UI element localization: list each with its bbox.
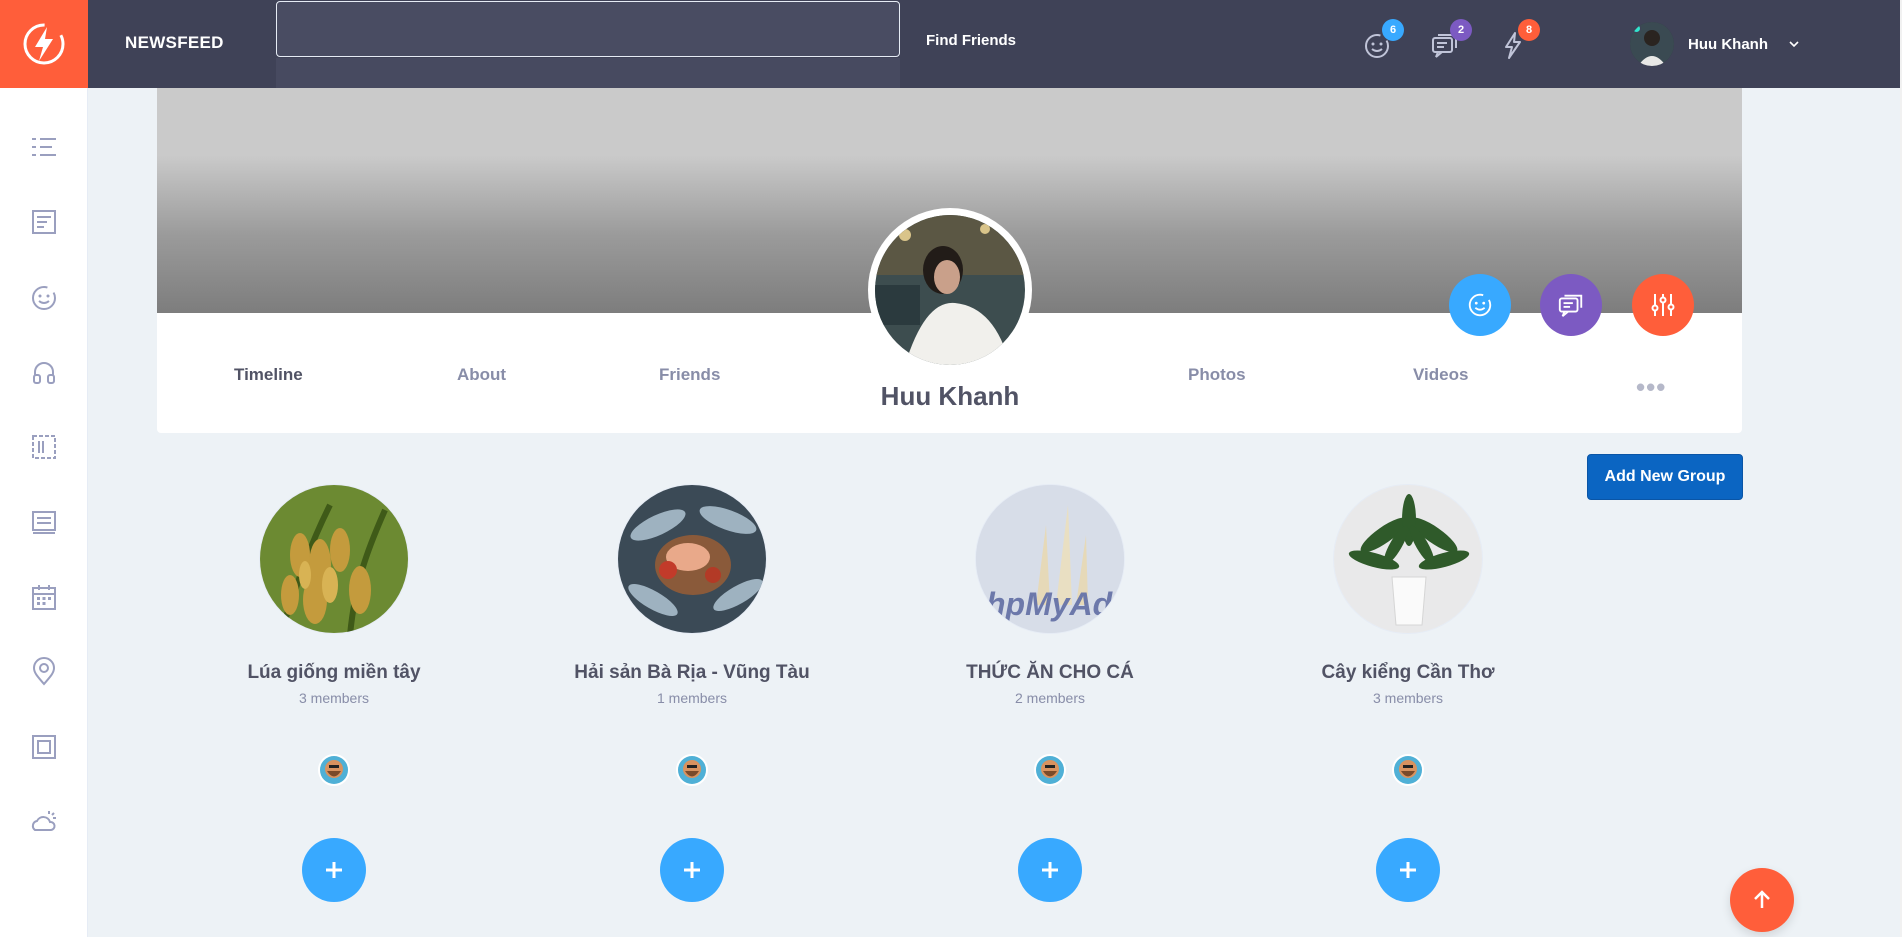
group-card[interactable]: Lúa giống miền tây 3 members bbox=[184, 484, 484, 904]
join-group-button[interactable] bbox=[660, 838, 724, 902]
messages-button[interactable]: 2 bbox=[1428, 19, 1472, 62]
plant-image-icon bbox=[1334, 485, 1482, 633]
back-to-top-button[interactable] bbox=[1730, 868, 1794, 932]
add-friend-button[interactable] bbox=[1449, 274, 1511, 336]
rice-image-icon bbox=[260, 485, 408, 633]
member-avatar[interactable] bbox=[1034, 754, 1066, 786]
plus-icon bbox=[1042, 862, 1058, 878]
logo[interactable] bbox=[0, 0, 88, 88]
profile-avatar[interactable] bbox=[868, 208, 1032, 372]
top-header: NEWSFEED Find Friends 6 2 8 Huu Khanh bbox=[0, 0, 1900, 88]
stats-icon[interactable] bbox=[28, 731, 60, 763]
phpmyadmin-logo-icon: hpMyAdmin bbox=[976, 485, 1125, 633]
group-name[interactable]: THỨC ĂN CHO CÁ bbox=[900, 662, 1200, 684]
music-headphones-icon[interactable] bbox=[28, 356, 60, 388]
tab-timeline[interactable]: Timeline bbox=[234, 365, 303, 385]
settings-button[interactable] bbox=[1632, 274, 1694, 336]
join-group-button[interactable] bbox=[1018, 838, 1082, 902]
add-new-group-button[interactable]: Add New Group bbox=[1587, 454, 1743, 500]
plus-icon bbox=[326, 862, 342, 878]
arrow-up-icon bbox=[1754, 890, 1770, 908]
logo-text: hpMyAdmin bbox=[986, 586, 1125, 622]
avatar bbox=[1630, 22, 1674, 66]
group-members-count: 1 members bbox=[656, 690, 728, 706]
plus-icon bbox=[1400, 862, 1416, 878]
group-members-count: 3 members bbox=[1372, 690, 1444, 706]
chat-icon bbox=[1558, 294, 1583, 317]
join-group-button[interactable] bbox=[302, 838, 366, 902]
user-name: Huu Khanh bbox=[1688, 35, 1768, 53]
plus-icon bbox=[684, 862, 700, 878]
group-name[interactable]: Lúa giống miền tây bbox=[184, 662, 484, 684]
left-sidebar bbox=[0, 88, 88, 937]
messages-badge: 2 bbox=[1450, 19, 1472, 41]
profile-photo-icon bbox=[875, 215, 1025, 365]
join-group-button[interactable] bbox=[1376, 838, 1440, 902]
tab-about[interactable]: About bbox=[457, 365, 506, 385]
chevron-down-icon[interactable] bbox=[1788, 35, 1800, 53]
group-image[interactable] bbox=[617, 484, 767, 634]
group-card[interactable]: hpMyAdmin THỨC ĂN CHO CÁ 2 members bbox=[900, 484, 1200, 904]
group-card[interactable]: Cây kiểng Cần Thơ 3 members bbox=[1258, 484, 1558, 904]
profile-name: Huu Khanh bbox=[880, 381, 1020, 411]
group-image[interactable] bbox=[259, 484, 409, 634]
happy-face-icon bbox=[1468, 293, 1492, 317]
member-avatar[interactable] bbox=[1392, 754, 1424, 786]
group-name[interactable]: Hải sản Bà Rịa - Vũng Tàu bbox=[542, 662, 842, 684]
group-members-count: 2 members bbox=[1014, 690, 1086, 706]
notifications-button[interactable]: 8 bbox=[1496, 19, 1540, 62]
group-image[interactable] bbox=[1333, 484, 1483, 634]
location-icon[interactable] bbox=[28, 656, 60, 688]
member-avatar[interactable] bbox=[676, 754, 708, 786]
page-title: NEWSFEED bbox=[125, 33, 224, 52]
lightning-logo-icon bbox=[23, 23, 65, 65]
member-avatar[interactable] bbox=[318, 754, 350, 786]
tab-photos[interactable]: Photos bbox=[1188, 365, 1246, 385]
calendar-icon[interactable] bbox=[28, 581, 60, 613]
sliders-icon bbox=[1651, 294, 1675, 316]
notifications-badge: 8 bbox=[1518, 19, 1540, 41]
group-image[interactable]: hpMyAdmin bbox=[975, 484, 1125, 634]
collapse-menu-icon[interactable] bbox=[28, 131, 60, 163]
group-members-count: 3 members bbox=[298, 690, 370, 706]
friend-requests-button[interactable]: 6 bbox=[1360, 19, 1404, 62]
weather-icon[interactable] bbox=[28, 806, 60, 838]
badges-icon[interactable] bbox=[28, 506, 60, 538]
tab-videos[interactable]: Videos bbox=[1413, 365, 1468, 385]
find-friends-link[interactable]: Find Friends bbox=[926, 32, 1016, 49]
search-dropdown-area bbox=[276, 58, 900, 88]
fav-pages-icon[interactable] bbox=[28, 281, 60, 313]
group-name[interactable]: Cây kiểng Cần Thơ bbox=[1258, 662, 1558, 684]
more-options-icon[interactable]: ••• bbox=[1636, 372, 1666, 403]
group-card[interactable]: Hải sản Bà Rịa - Vũng Tàu 1 members bbox=[542, 484, 842, 904]
weather-widget-icon[interactable] bbox=[28, 431, 60, 463]
newsfeed-icon[interactable] bbox=[28, 206, 60, 238]
user-menu[interactable]: Huu Khanh bbox=[1630, 22, 1800, 66]
online-status-dot bbox=[1632, 24, 1641, 33]
friend-requests-badge: 6 bbox=[1382, 19, 1404, 41]
send-message-button[interactable] bbox=[1540, 274, 1602, 336]
tab-friends[interactable]: Friends bbox=[659, 365, 720, 385]
seafood-image-icon bbox=[618, 485, 766, 633]
search-input[interactable] bbox=[276, 1, 900, 57]
